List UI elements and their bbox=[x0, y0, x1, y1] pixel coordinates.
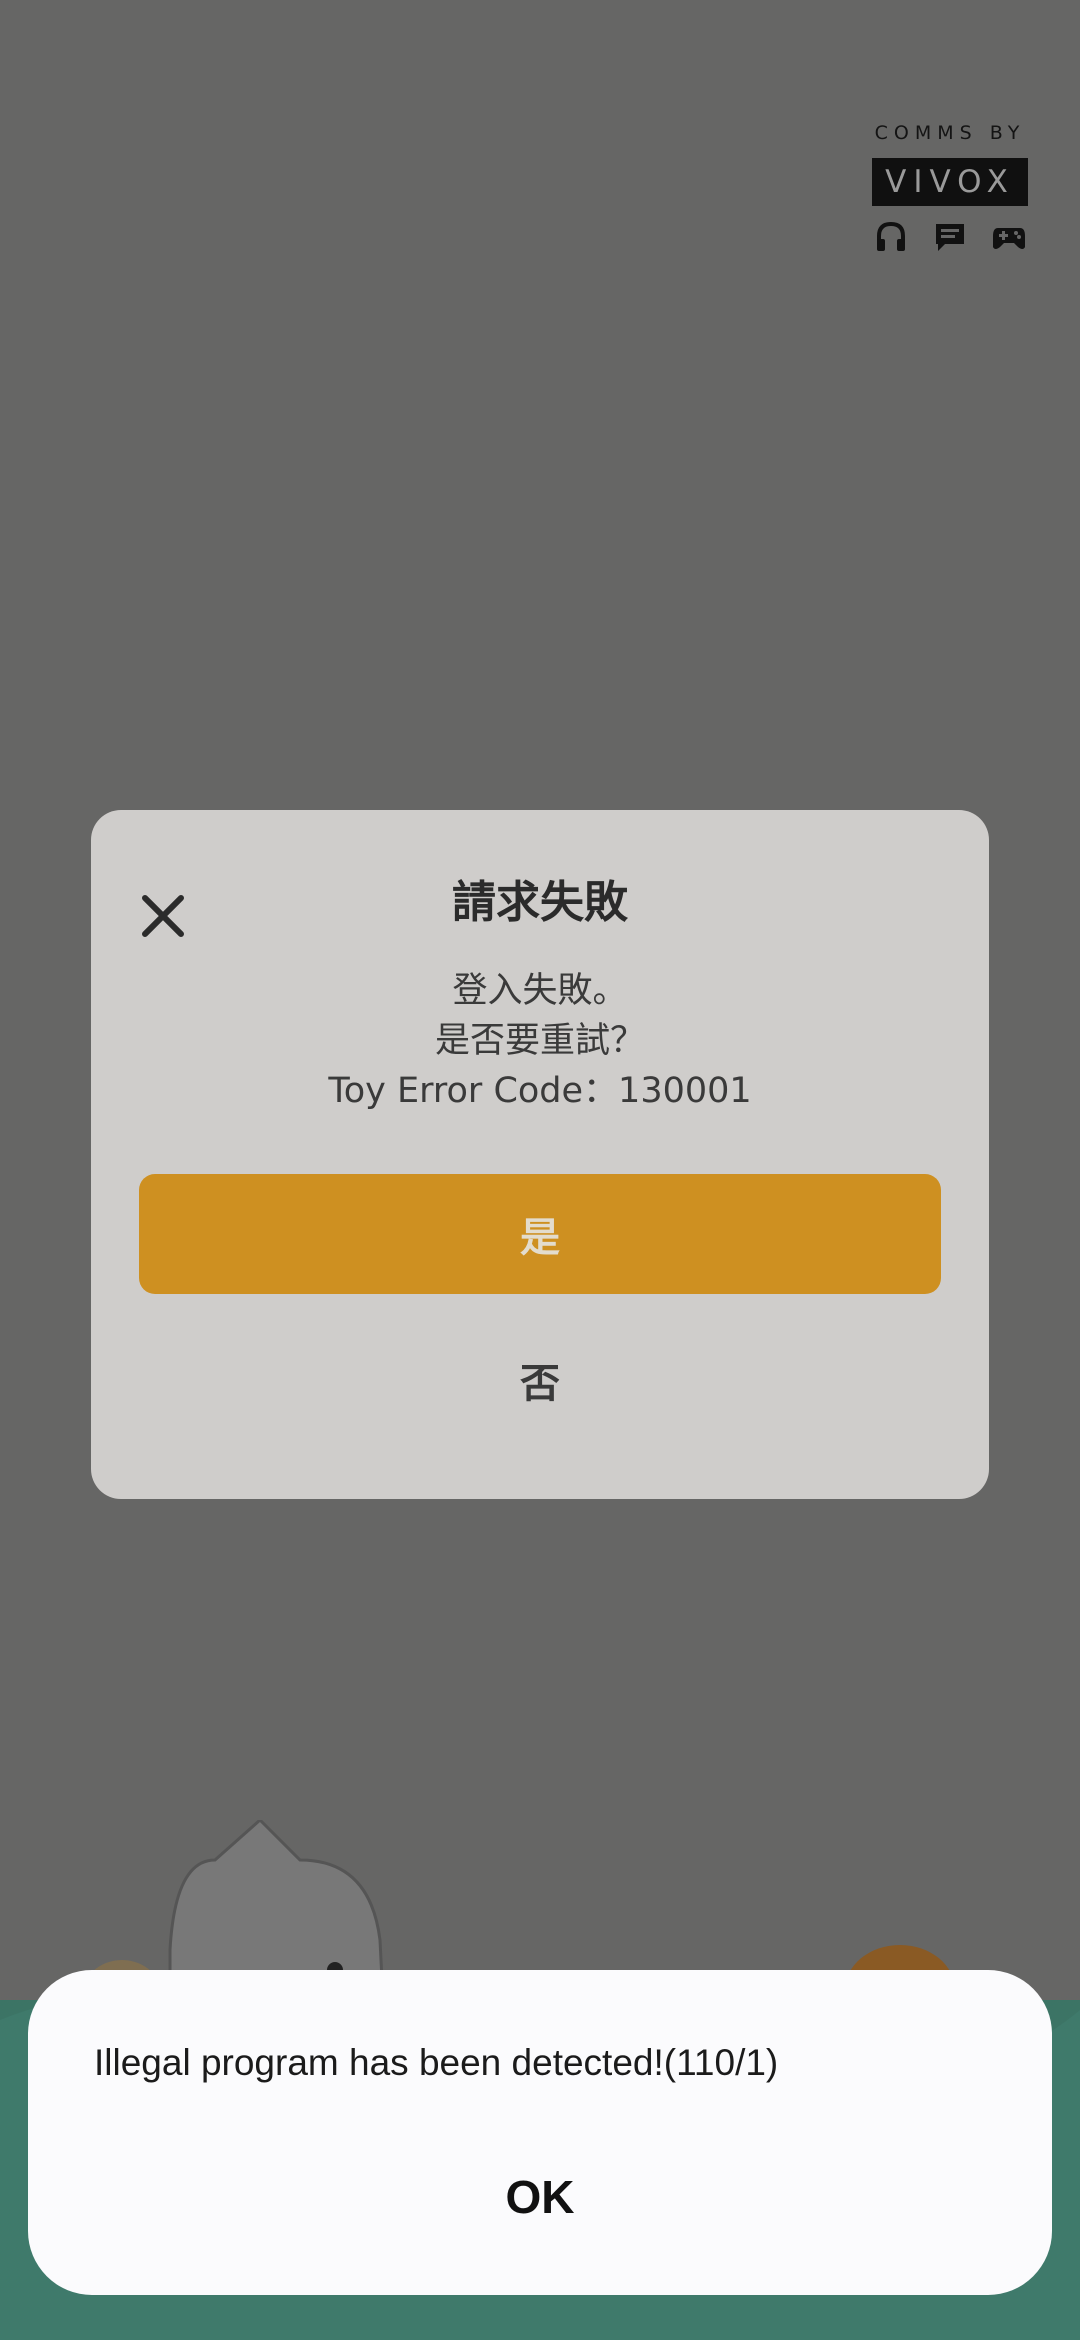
error-code-line: Toy Error Code：130001 bbox=[328, 1071, 752, 1111]
headset-icon bbox=[877, 221, 905, 251]
no-button[interactable]: 否 bbox=[139, 1330, 941, 1430]
vivox-badge: COMMS BY VIVOX bbox=[872, 122, 1028, 254]
dialog-message-line: 登入失敗。 bbox=[452, 971, 628, 1011]
dialog-message: 登入失敗。 是否要重試？ Toy Error Code：130001 bbox=[91, 966, 989, 1116]
vivox-caption: COMMS BY bbox=[874, 122, 1026, 144]
system-alert-dialog: Illegal program has been detected!(110/1… bbox=[28, 1970, 1052, 2295]
dialog-title: 請求失敗 bbox=[452, 877, 628, 928]
alert-message: Illegal program has been detected!(110/1… bbox=[94, 2042, 779, 2083]
dialog-message-line: 是否要重試？ bbox=[434, 1021, 645, 1061]
ok-button[interactable]: OK bbox=[28, 2152, 1052, 2242]
retry-dialog: 請求失敗 登入失敗。 是否要重試？ Toy Error Code：130001 … bbox=[91, 810, 989, 1499]
gamepad-icon bbox=[993, 228, 1025, 249]
vivox-logo: VIVOX bbox=[872, 158, 1028, 206]
yes-button[interactable]: 是 bbox=[139, 1174, 941, 1294]
vivox-icons bbox=[872, 220, 1028, 254]
chat-icon bbox=[936, 224, 964, 251]
